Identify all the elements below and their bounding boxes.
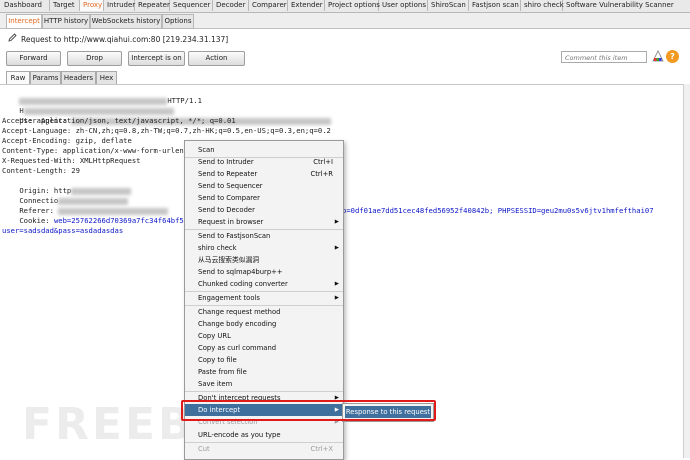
tab-headers[interactable]: Headers	[61, 71, 96, 85]
menu-item-scan[interactable]: Scan	[185, 144, 343, 156]
tab-decoder[interactable]: Decoder	[213, 0, 249, 11]
menu-item-send-to-sequencer[interactable]: Send to Sequencer	[185, 180, 343, 192]
tab-http-history[interactable]: HTTP history	[42, 14, 90, 29]
tab-options[interactable]: Options	[162, 14, 194, 29]
editor-scrollbar[interactable]	[683, 84, 690, 458]
request-body: user=sadsdad&pass=asdadasdas	[2, 226, 124, 235]
forward-button[interactable]: Forward	[6, 51, 61, 66]
tab-software-vulnerability-scanner[interactable]: Software Vulnerability Scanner	[563, 0, 690, 11]
request-url-text: Request to http://www.qiahui.com:80 [219…	[21, 35, 229, 44]
menu-item-send-to-intruder[interactable]: Send to Intruder Ctrl+I	[185, 156, 343, 168]
menu-item-copy-url[interactable]: Copy URL	[185, 330, 343, 342]
submenu-arrow-icon: ▶	[334, 219, 339, 225]
menu-item-change-request-method[interactable]: Change request method	[185, 306, 343, 318]
comment-input[interactable]	[565, 53, 646, 63]
tab-raw[interactable]: Raw	[6, 71, 30, 85]
help-icon[interactable]: ?	[666, 50, 679, 63]
menu-item-request-in-browser[interactable]: Request in browser ▶	[185, 216, 343, 228]
tab-websockets-history[interactable]: WebSockets history	[90, 14, 162, 29]
submenu-arrow-icon: ▶	[334, 295, 339, 301]
tab-repeater[interactable]: Repeater	[135, 0, 170, 11]
pencil-icon	[8, 33, 17, 46]
header-line: Accept-Encoding: gzip, deflate	[2, 136, 132, 145]
menu-item-url-encode-as-you-type[interactable]: URL-encode as you type	[185, 429, 343, 441]
tab-user-options[interactable]: User options	[379, 0, 428, 11]
drop-button[interactable]: Drop	[67, 51, 122, 66]
highlight-color-icon[interactable]	[652, 50, 664, 65]
intercept-toggle-button[interactable]: Intercept is on	[128, 51, 185, 66]
tab-comparer[interactable]: Comparer	[249, 0, 288, 11]
cookie-line-continued: o=0df01ae7dd51cec48fed56952f40842b; PHPS…	[342, 206, 654, 215]
tab-shiroscan[interactable]: ShiroScan	[428, 0, 469, 11]
menu-item-send-to-repeater[interactable]: Send to Repeater Ctrl+R	[185, 168, 343, 180]
header-line: Content-Length: 29	[2, 166, 80, 175]
tab-intruder[interactable]: Intruder	[104, 0, 135, 11]
menu-item-send-to-decoder[interactable]: Send to Decoder	[185, 204, 343, 216]
tab-sequencer[interactable]: Sequencer	[170, 0, 213, 11]
header-line: Accept: application/json, text/javascrip…	[2, 116, 236, 125]
tab-hex[interactable]: Hex	[96, 71, 117, 85]
menu-item-change-body-encoding[interactable]: Change body encoding	[185, 318, 343, 330]
submenu-arrow-icon: ▶	[334, 245, 339, 251]
comment-field[interactable]	[561, 51, 647, 63]
tab-params[interactable]: Params	[30, 71, 61, 85]
tab-project-options[interactable]: Project options	[325, 0, 380, 11]
menu-item-engagement-tools[interactable]: Engagement tools ▶	[185, 292, 343, 304]
tab-fastjson-scan[interactable]: Fastjson scan	[469, 0, 521, 11]
menu-item-save-item[interactable]: Save item	[185, 378, 343, 390]
action-button[interactable]: Action	[188, 51, 245, 66]
header-line: Accept-Language: zh-CN,zh;q=0.8,zh-TW;q=…	[2, 126, 331, 135]
highlight-outline	[181, 400, 436, 421]
header-line: Content-Type: application/x-www-form-url…	[2, 146, 189, 155]
tab-extender[interactable]: Extender	[288, 0, 325, 11]
menu-item-send-to-sqlmap4burp[interactable]: Send to sqlmap4burp++	[185, 266, 343, 278]
submenu-arrow-icon: ▶	[334, 281, 339, 287]
request-info: Request to http://www.qiahui.com:80 [219…	[8, 33, 228, 45]
tab-proxy[interactable]: Proxy	[80, 0, 104, 11]
menu-item-send-to-comparer[interactable]: Send to Comparer	[185, 192, 343, 204]
tab-dashboard[interactable]: Dashboard	[0, 0, 50, 11]
menu-item-chunked-coding-converter[interactable]: Chunked coding converter ▶	[185, 278, 343, 290]
menu-item-search-similar-vulns[interactable]: 从马云搜索类似漏洞	[185, 254, 343, 266]
tab-intercept[interactable]: Intercept	[6, 14, 42, 29]
menu-item-cut[interactable]: Cut Ctrl+X	[185, 443, 343, 455]
top-tab-bar: Dashboard Target Proxy Intruder Repeater…	[0, 0, 690, 13]
tab-shiro-check[interactable]: shiro check	[521, 0, 564, 11]
menu-item-copy-as-curl[interactable]: Copy as curl command	[185, 342, 343, 354]
header-line: X-Requested-With: XMLHttpRequest	[2, 156, 141, 165]
tab-target[interactable]: Target	[50, 0, 80, 11]
menu-item-send-to-fastjsonscan[interactable]: Send to FastjsonScan	[185, 230, 343, 242]
proxy-sub-tab-bar: Intercept HTTP history WebSockets histor…	[0, 13, 690, 29]
menu-item-copy-to-file[interactable]: Copy to file	[185, 354, 343, 366]
menu-item-shiro-check[interactable]: shiro check ▶	[185, 242, 343, 254]
menu-item-paste-from-file[interactable]: Paste from file	[185, 366, 343, 378]
